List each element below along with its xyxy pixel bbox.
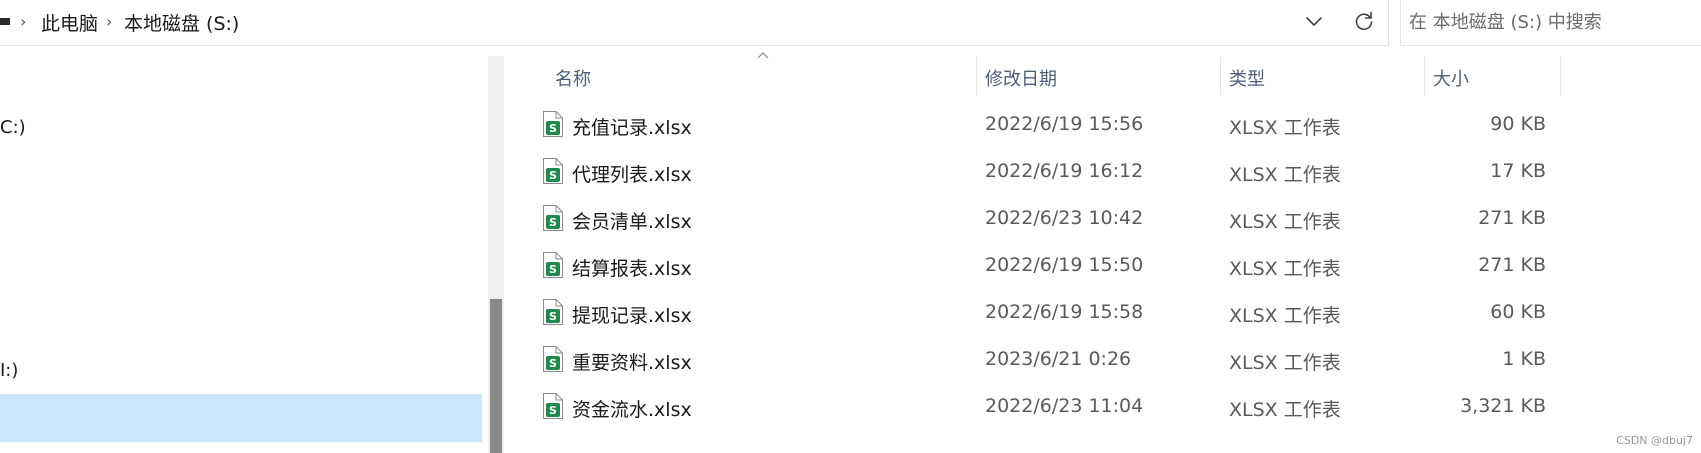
column-divider[interactable] [1220,57,1221,95]
file-size: 271 KB [1478,254,1546,276]
file-size: 1 KB [1502,348,1546,370]
file-size: 60 KB [1490,301,1546,323]
file-row[interactable]: S 会员清单.xlsx 2022/6/23 10:42 XLSX 工作表 271… [508,195,1568,241]
column-divider[interactable] [1560,57,1561,95]
file-size: 17 KB [1490,160,1546,182]
file-date: 2022/6/23 11:04 [985,395,1144,417]
svg-text:S: S [549,404,557,417]
nav-item-selected[interactable] [0,394,482,442]
file-list: 名称 修改日期 类型 大小 S 充值记录.xlsx 2022/6/19 15:5… [508,47,1701,453]
svg-text:S: S [549,263,557,276]
file-date: 2022/6/19 15:58 [985,301,1144,323]
this-pc-icon[interactable] [0,18,10,25]
watermark: CSDN @dbuj7 [1616,434,1693,447]
nav-item-drive-i[interactable]: I:) [0,360,18,381]
svg-text:S: S [549,169,557,182]
navigation-pane: C:) I:) [0,47,482,453]
column-header-date[interactable]: 修改日期 [985,65,1057,91]
svg-text:S: S [549,357,557,370]
file-type: XLSX 工作表 [1229,258,1341,280]
nav-item-drive-c[interactable]: C:) [0,117,26,138]
file-name: 资金流水.xlsx [572,399,692,421]
file-size: 271 KB [1478,207,1546,229]
chevron-down-icon[interactable] [1302,9,1326,33]
top-bar: › 此电脑 › 本地磁盘 (S:) [0,0,1701,47]
file-row[interactable]: S 充值记录.xlsx 2022/6/19 15:56 XLSX 工作表 90 … [508,101,1568,147]
file-type: XLSX 工作表 [1229,211,1341,233]
sort-up-icon [757,52,769,59]
file-name: 重要资料.xlsx [572,352,692,374]
file-date: 2022/6/19 15:56 [985,113,1144,135]
svg-text:S: S [549,122,557,135]
column-header-type[interactable]: 类型 [1229,65,1265,91]
file-type: XLSX 工作表 [1229,305,1341,327]
nav-scrollbar-thumb[interactable] [490,299,502,453]
file-name: 提现记录.xlsx [572,305,692,327]
file-name: 结算报表.xlsx [572,258,692,280]
breadcrumb-chevron-icon[interactable]: › [106,12,112,31]
file-name: 代理列表.xlsx [572,164,692,186]
file-date: 2022/6/19 15:50 [985,254,1144,276]
file-row[interactable]: S 提现记录.xlsx 2022/6/19 15:58 XLSX 工作表 60 … [508,289,1568,335]
column-divider[interactable] [1424,57,1425,95]
file-size: 90 KB [1490,113,1546,135]
file-name: 会员清单.xlsx [572,211,692,233]
svg-text:S: S [549,310,557,323]
column-divider[interactable] [976,57,977,95]
breadcrumb-chevron-icon[interactable]: › [20,12,26,31]
breadcrumb-drive-s[interactable]: 本地磁盘 (S:) [124,9,239,36]
file-date: 2022/6/23 10:42 [985,207,1144,229]
file-row[interactable]: S 资金流水.xlsx 2022/6/23 11:04 XLSX 工作表 3,3… [508,383,1568,429]
svg-text:S: S [549,216,557,229]
file-name: 充值记录.xlsx [572,117,692,139]
file-date: 2023/6/21 0:26 [985,348,1132,370]
refresh-icon[interactable] [1352,9,1376,33]
search-box[interactable] [1400,0,1701,46]
breadcrumb-this-pc[interactable]: 此电脑 [41,9,98,36]
file-row[interactable]: S 重要资料.xlsx 2023/6/21 0:26 XLSX 工作表 1 KB [508,336,1568,382]
address-bar[interactable]: › 此电脑 › 本地磁盘 (S:) [0,0,1389,46]
file-row[interactable]: S 代理列表.xlsx 2022/6/19 16:12 XLSX 工作表 17 … [508,148,1568,194]
search-input[interactable] [1409,7,1694,37]
file-size: 3,321 KB [1460,395,1546,417]
column-header-row: 名称 修改日期 类型 大小 [508,47,1568,95]
file-type: XLSX 工作表 [1229,352,1341,374]
file-type: XLSX 工作表 [1229,117,1341,139]
file-type: XLSX 工作表 [1229,164,1341,186]
column-header-name[interactable]: 名称 [555,65,591,91]
column-header-size[interactable]: 大小 [1433,65,1469,91]
file-type: XLSX 工作表 [1229,399,1341,421]
file-row[interactable]: S 结算报表.xlsx 2022/6/19 15:50 XLSX 工作表 271… [508,242,1568,288]
file-date: 2022/6/19 16:12 [985,160,1144,182]
